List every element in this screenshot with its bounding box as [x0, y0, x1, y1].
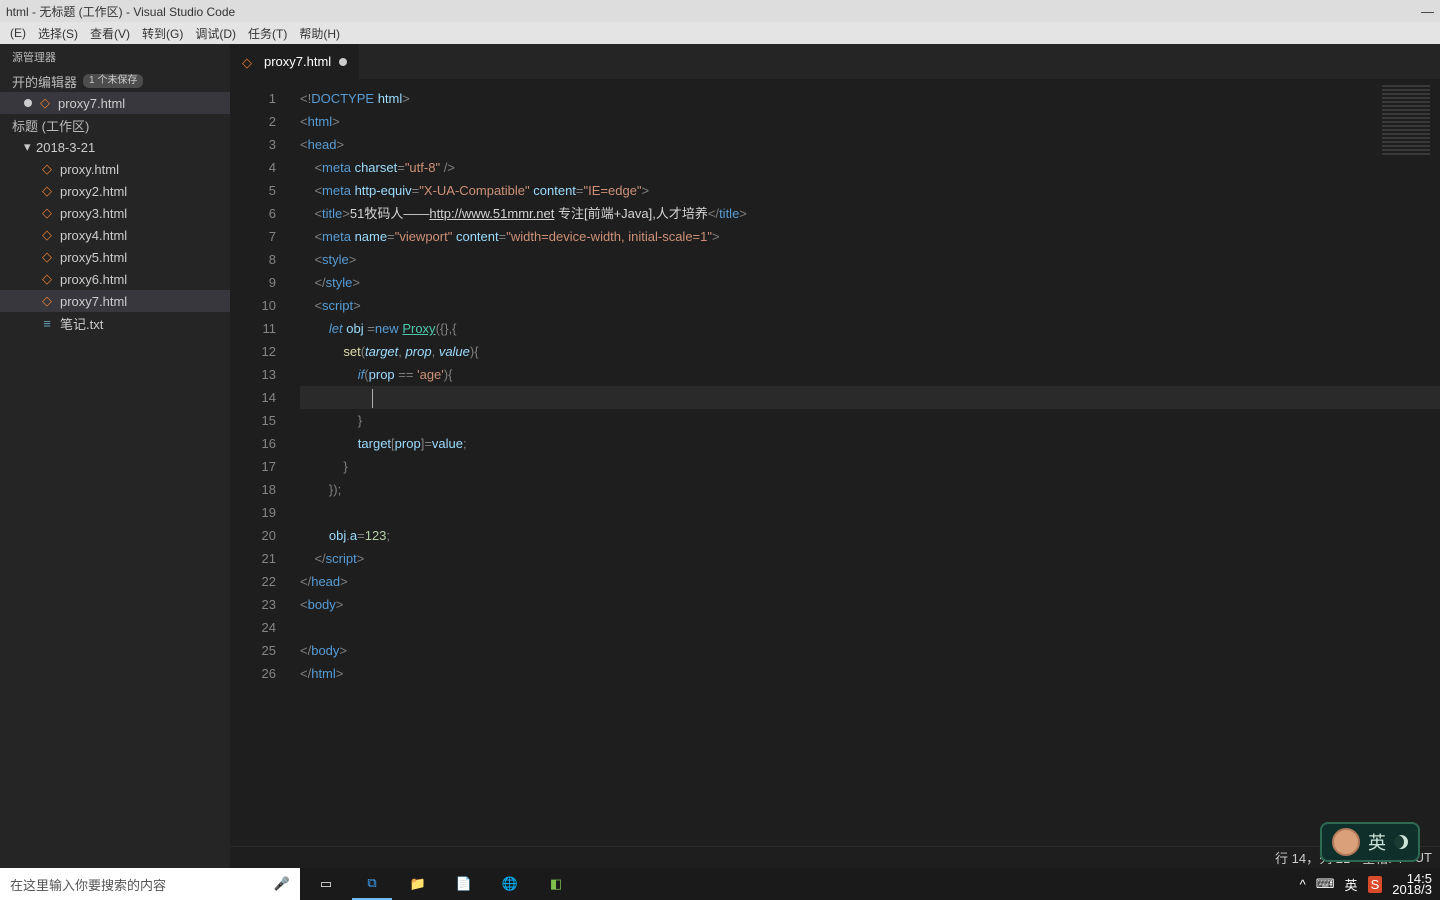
window-title: html - 无标题 (工作区) - Visual Studio Code	[6, 3, 235, 20]
status-bar: 行 14，列 21 空格: 4 UT	[230, 846, 1440, 868]
vscode-taskbar-icon[interactable]: ⧉	[352, 868, 392, 900]
menu-item-2[interactable]: 查看(V)	[84, 25, 136, 42]
file-item-0[interactable]: ◇proxy.html	[0, 158, 230, 180]
file-item-2[interactable]: ◇proxy3.html	[0, 202, 230, 224]
folder-item[interactable]: ▾ 2018-3-21	[0, 136, 230, 158]
open-editors-label: 开的编辑器	[12, 72, 77, 91]
window-controls: —	[1421, 4, 1434, 19]
line-gutter: 1234567891011121314151617181920212223242…	[230, 79, 290, 846]
html-file-icon: ◇	[40, 250, 54, 264]
html-file-icon: ◇	[40, 228, 54, 242]
window-titlebar: html - 无标题 (工作区) - Visual Studio Code —	[0, 0, 1440, 22]
sidebar-title: 源管理器	[0, 44, 230, 70]
unsaved-dot-icon	[24, 99, 32, 107]
tray-sogou-icon[interactable]: S	[1368, 876, 1383, 893]
open-editor-item[interactable]: ◇ proxy7.html	[0, 92, 230, 114]
folder-name: 2018-3-21	[36, 140, 95, 155]
html-file-icon: ◇	[38, 96, 52, 110]
task-view-icon[interactable]: ▭	[306, 868, 346, 900]
html-file-icon: ◇	[40, 162, 54, 176]
system-tray: ^ ⌨ 英 S 14:52018/3	[1292, 873, 1440, 895]
windows-taskbar: 在这里输入你要搜索的内容 🎤 ▭ ⧉ 📁 📄 🌐 ◧ ^ ⌨ 英 S 14:52…	[0, 868, 1440, 900]
search-placeholder: 在这里输入你要搜索的内容	[10, 875, 166, 894]
status-ln-col[interactable]: 行 14，列 21	[1275, 848, 1350, 867]
tab-proxy7[interactable]: ◇ proxy7.html	[230, 44, 360, 79]
file-item-5[interactable]: ◇proxy6.html	[0, 268, 230, 290]
menu-item-3[interactable]: 转到(G)	[136, 25, 189, 42]
status-spaces[interactable]: 空格: 4	[1362, 848, 1402, 867]
html-file-icon: ◇	[40, 272, 54, 286]
tray-chevron-icon[interactable]: ^	[1300, 877, 1306, 892]
code-content[interactable]: <!DOCTYPE html><html><head> <meta charse…	[290, 79, 1440, 846]
taskbar-search[interactable]: 在这里输入你要搜索的内容 🎤	[0, 868, 300, 900]
sidebar-explorer: 源管理器 开的编辑器 1 个未保存 ◇ proxy7.html 标题 (工作区)…	[0, 44, 230, 868]
tab-label: proxy7.html	[264, 54, 331, 69]
menu-item-5[interactable]: 任务(T)	[242, 25, 293, 42]
main-area: 源管理器 开的编辑器 1 个未保存 ◇ proxy7.html 标题 (工作区)…	[0, 44, 1440, 868]
tray-keyboard-icon[interactable]: ⌨	[1316, 876, 1335, 892]
chrome-taskbar-icon[interactable]: 🌐	[490, 868, 530, 900]
file-item-4[interactable]: ◇proxy5.html	[0, 246, 230, 268]
html-file-icon: ◇	[242, 55, 256, 69]
code-editor[interactable]: 1234567891011121314151617181920212223242…	[230, 79, 1440, 846]
menu-item-0[interactable]: (E)	[4, 26, 32, 40]
html-file-icon: ◇	[40, 206, 54, 220]
chevron-down-icon: ▾	[24, 139, 34, 155]
menu-bar: (E) 选择(S) 查看(V) 转到(G) 调试(D) 任务(T) 帮助(H)	[0, 22, 1440, 44]
editor-tabs: ◇ proxy7.html	[230, 44, 1440, 79]
task-icons: ▭ ⧉ 📁 📄 🌐 ◧	[300, 868, 582, 900]
menu-item-4[interactable]: 调试(D)	[189, 25, 242, 42]
app-taskbar-icon[interactable]: ◧	[536, 868, 576, 900]
microphone-icon[interactable]: 🎤	[274, 876, 290, 892]
open-editor-filename: proxy7.html	[58, 96, 125, 111]
workspace-header[interactable]: 标题 (工作区)	[0, 114, 230, 136]
open-editors-header[interactable]: 开的编辑器 1 个未保存	[0, 70, 230, 92]
file-item-3[interactable]: ◇proxy4.html	[0, 224, 230, 246]
file-item-1[interactable]: ◇proxy2.html	[0, 180, 230, 202]
notepad-taskbar-icon[interactable]: 📄	[444, 868, 484, 900]
txt-file-icon: ≡	[40, 316, 54, 330]
menu-item-6[interactable]: 帮助(H)	[293, 25, 346, 42]
html-file-icon: ◇	[40, 294, 54, 308]
status-encoding[interactable]: UT	[1415, 850, 1432, 865]
unsaved-badge: 1 个未保存	[83, 74, 143, 88]
editor-area: ◇ proxy7.html 12345678910111213141516171…	[230, 44, 1440, 868]
explorer-taskbar-icon[interactable]: 📁	[398, 868, 438, 900]
workspace-label: 标题 (工作区)	[12, 116, 89, 135]
file-item-6[interactable]: ◇proxy7.html	[0, 290, 230, 312]
file-item-7[interactable]: ≡笔记.txt	[0, 312, 230, 334]
minimize-button[interactable]: —	[1421, 4, 1434, 19]
tray-clock[interactable]: 14:52018/3	[1392, 873, 1432, 895]
menu-item-1[interactable]: 选择(S)	[32, 25, 84, 42]
html-file-icon: ◇	[40, 184, 54, 198]
tray-ime[interactable]: 英	[1345, 875, 1358, 894]
dirty-indicator-icon	[339, 58, 347, 66]
